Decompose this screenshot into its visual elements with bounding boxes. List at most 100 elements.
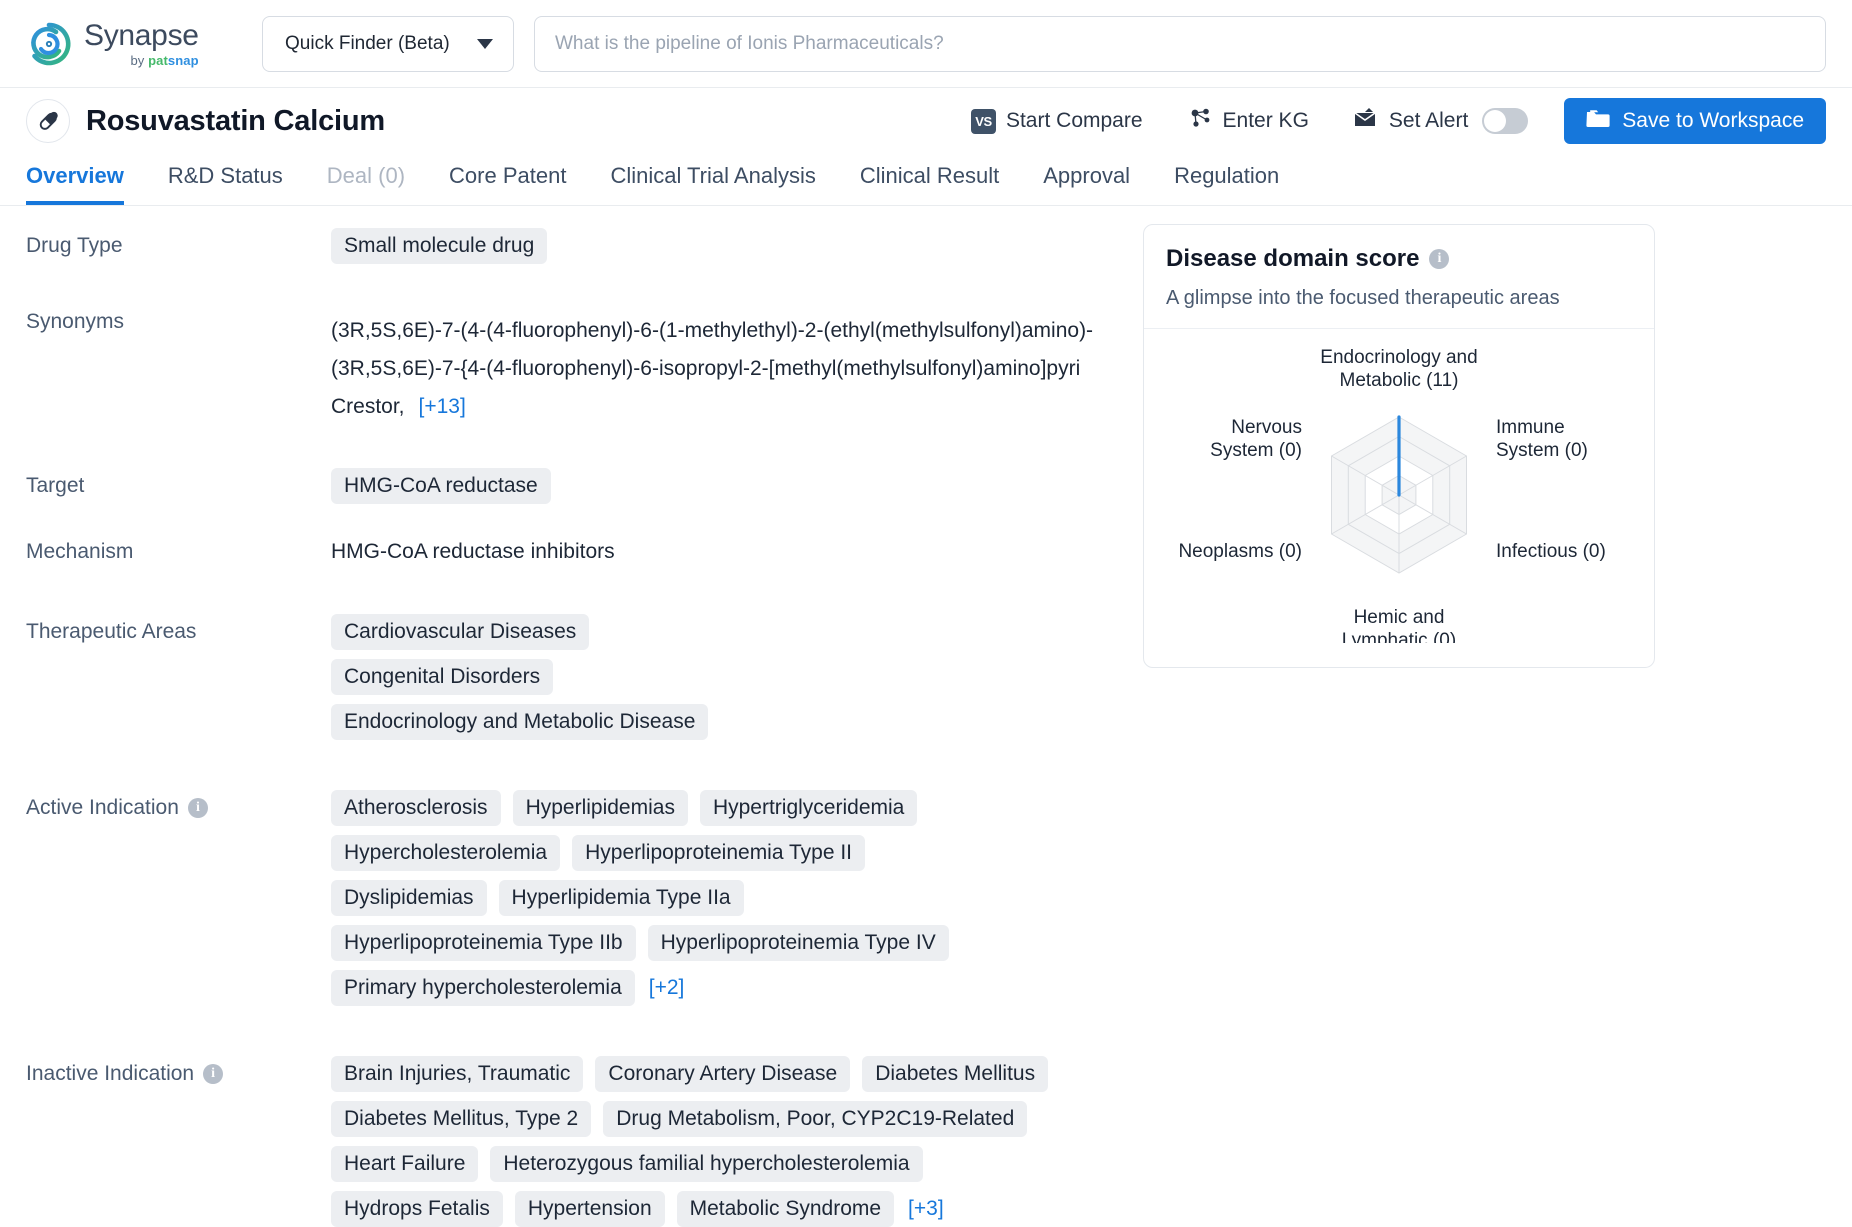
disease-domain-score-header: Disease domain score i A glimpse into th… <box>1144 225 1654 329</box>
active-indication-chips: Atherosclerosis Hyperlipidemias Hypertri… <box>331 790 971 1006</box>
chip: Brain Injuries, Traumatic <box>331 1056 584 1092</box>
inactive-indication-more-link[interactable]: [+3] <box>906 1191 946 1227</box>
brand-logo[interactable]: Synapse by patsnap <box>26 18 262 68</box>
field-active-indication: Active Indication i Atherosclerosis Hype… <box>26 788 1111 1006</box>
therapeutic-areas-chips: Cardiovascular Diseases Congenital Disor… <box>331 614 801 740</box>
chip: Hyperlipoproteinemia Type II <box>572 835 866 871</box>
tab-regulation[interactable]: Regulation <box>1174 163 1279 205</box>
brand-pat: pat <box>148 52 168 68</box>
capsule-icon <box>26 99 70 143</box>
svg-text:Hemic andLymphatic (0): Hemic and Lymphatic (0) <box>1342 607 1456 643</box>
chip: Diabetes Mellitus <box>862 1056 1049 1092</box>
field-synonyms: Synonyms (3R,5S,6E)-7-(4-(4-fluorophenyl… <box>26 310 1111 426</box>
svg-text:ImmuneSystem (0): Immune System (0) <box>1496 417 1588 461</box>
chip: Cardiovascular Diseases <box>331 614 590 650</box>
tab-clinical-result[interactable]: Clinical Result <box>860 163 999 205</box>
chip: Hyperlipoproteinemia Type IV <box>647 925 949 961</box>
chip: Heart Failure <box>331 1146 479 1182</box>
quick-finder-select[interactable]: Quick Finder (Beta) <box>262 15 514 72</box>
chip: Diabetes Mellitus, Type 2 <box>331 1101 592 1137</box>
chip: Primary hypercholesterolemia <box>331 970 635 1006</box>
field-label-synonyms: Synonyms <box>26 310 125 333</box>
set-alert-toggle[interactable] <box>1482 108 1529 134</box>
quick-finder-label: Quick Finder (Beta) <box>285 32 450 54</box>
field-label-inactive-indication: Inactive Indication i <box>26 1054 331 1086</box>
field-label-active-indication: Active Indication i <box>26 788 331 820</box>
field-therapeutic-areas: Therapeutic Areas Cardiovascular Disease… <box>26 612 1111 740</box>
tab-approval[interactable]: Approval <box>1043 163 1130 205</box>
info-icon[interactable]: i <box>203 1064 224 1084</box>
tab-overview[interactable]: Overview <box>26 163 124 205</box>
synonym-line: (3R,5S,6E)-7-(4-(4-fluorophenyl)-6-(1-me… <box>331 319 1094 342</box>
enter-kg-label: Enter KG <box>1222 109 1309 132</box>
knowledge-graph-icon <box>1187 105 1213 137</box>
chip: Heterozygous familial hypercholesterolem… <box>490 1146 923 1182</box>
chip: Drug Metabolism, Poor, CYP2C19-Related <box>603 1101 1028 1137</box>
set-alert-label: Set Alert <box>1388 109 1469 132</box>
chip: Hyperlipidemias <box>512 790 688 826</box>
brand-by-label: by <box>130 52 149 68</box>
chip: Small molecule drug <box>331 228 548 264</box>
set-alert-button[interactable]: Set Alert <box>1353 106 1468 136</box>
synonyms-more-link[interactable]: [+13] <box>419 388 466 426</box>
brand-snap: snap <box>167 52 199 68</box>
save-to-workspace-button[interactable]: Save to Workspace <box>1564 98 1826 144</box>
field-target: Target HMG-CoA reductase <box>26 466 1111 504</box>
tab-deal: Deal (0) <box>326 163 406 188</box>
enter-kg-button[interactable]: Enter KG <box>1187 105 1309 137</box>
chip: HMG-CoA reductase <box>331 468 551 504</box>
synonym-line-last: Crestor, [+13] <box>331 388 1111 426</box>
tab-rd-status[interactable]: R&D Status <box>168 163 283 205</box>
synapse-swirl-logo-icon <box>26 21 72 67</box>
drug-header: Rosuvastatin Calcium VS Start Compare En… <box>0 88 1852 154</box>
chip: Dyslipidemias <box>331 880 487 916</box>
disease-domain-score-title-row: Disease domain score i <box>1166 245 1632 273</box>
right-panel: Disease domain score i A glimpse into th… <box>1111 206 1826 1227</box>
field-label-drug-type: Drug Type <box>26 234 123 257</box>
info-icon[interactable]: i <box>1429 249 1450 269</box>
disease-domain-score-title: Disease domain score <box>1166 245 1420 272</box>
drug-type-chips: Small molecule drug <box>331 228 1111 264</box>
chip: Hypertension <box>514 1191 665 1227</box>
active-indication-more-link[interactable]: [+2] <box>647 970 687 1006</box>
chip: Endocrinology and Metabolic Disease <box>331 704 709 740</box>
synonym-line: (3R,5S,6E)-7-{4-(4-fluorophenyl)-6-isopr… <box>331 357 1081 380</box>
search-input[interactable] <box>534 15 1826 72</box>
chip: Hydrops Fetalis <box>331 1191 503 1227</box>
tab-core-patent[interactable]: Core Patent <box>449 163 566 205</box>
alert-envelope-icon <box>1353 106 1379 136</box>
field-drug-type: Drug Type Small molecule drug <box>26 226 1111 264</box>
disease-domain-score-subtitle: A glimpse into the focused therapeutic a… <box>1166 287 1560 309</box>
chevron-down-icon <box>477 38 493 49</box>
chip: Congenital Disorders <box>331 659 554 695</box>
field-label-active-indication-text: Active Indication <box>26 796 179 819</box>
brand-name: Synapse <box>84 18 199 52</box>
top-bar: Synapse by patsnap Quick Finder (Beta) <box>0 0 1852 88</box>
radar-svg: Endocrinology and Metabolic (11) Immune Sys… <box>1178 347 1606 643</box>
detail-fields: Drug Type Small molecule drug Synonyms (… <box>26 206 1111 1227</box>
tab-bar: Overview R&D Status Deal (0) Core Patent… <box>0 154 1852 206</box>
save-to-workspace-label: Save to Workspace <box>1622 109 1804 132</box>
disease-domain-radar-chart: Endocrinology and Metabolic (11) Immune Sys… <box>1144 329 1654 667</box>
tab-clinical-trial-analysis[interactable]: Clinical Trial Analysis <box>610 163 815 205</box>
svg-text:Infectious (0): Infectious (0) <box>1496 541 1606 562</box>
inactive-indication-chips: Brain Injuries, Traumatic Coronary Arter… <box>331 1056 1056 1227</box>
target-chips: HMG-CoA reductase <box>331 468 1111 504</box>
page-title: Rosuvastatin Calcium <box>86 104 385 137</box>
chip: Hyperlipoproteinemia Type IIb <box>331 925 636 961</box>
disease-domain-score-card: Disease domain score i A glimpse into th… <box>1143 224 1655 668</box>
svg-text:Neoplasms (0): Neoplasms (0) <box>1178 541 1302 562</box>
chip: Coronary Artery Disease <box>595 1056 851 1092</box>
field-label-target: Target <box>26 474 85 497</box>
start-compare-label: Start Compare <box>1005 109 1143 132</box>
field-label-inactive-indication-text: Inactive Indication <box>26 1062 195 1085</box>
chip: Atherosclerosis <box>331 790 501 826</box>
field-label-therapeutic-areas: Therapeutic Areas <box>26 620 197 643</box>
header-actions: VS Start Compare Enter KG Set Alert Save… <box>927 98 1826 144</box>
start-compare-button[interactable]: VS Start Compare <box>970 108 1143 134</box>
chip: Metabolic Syndrome <box>676 1191 895 1227</box>
chip: Hypertriglyceridemia <box>699 790 918 826</box>
info-icon[interactable]: i <box>187 798 208 818</box>
chip: Hypercholesterolemia <box>331 835 561 871</box>
svg-text:Endocrinology andMetabolic (11: Endocrinology and Metabolic (11) <box>1320 347 1477 391</box>
